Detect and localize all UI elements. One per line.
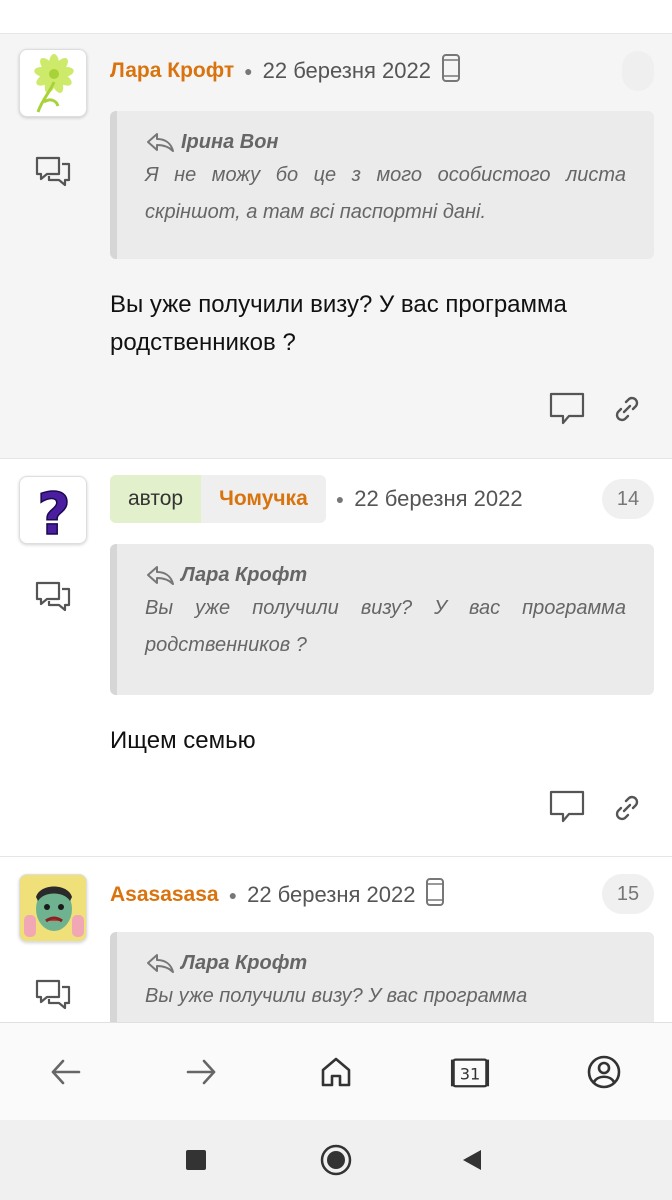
avatar[interactable]: ? — [19, 476, 87, 544]
username[interactable]: Чомучка — [201, 487, 326, 511]
reply-icon[interactable] — [34, 154, 72, 188]
quote-block: Лара Крофт Вы уже получили визу? У вас п… — [110, 544, 654, 695]
forward-arrow-icon[interactable] — [181, 1052, 221, 1092]
author-badge[interactable]: автор Чомучка — [110, 475, 326, 523]
avatar[interactable] — [19, 49, 87, 117]
quote-author[interactable]: Лара Крофт — [145, 560, 626, 590]
post-date[interactable]: 22 березня 2022 — [247, 882, 415, 908]
comment-post: ? автор Чомучка ● 22 березня 2022 14 Лар… — [0, 458, 672, 856]
post-number-badge[interactable]: 14 — [602, 479, 654, 519]
post-date[interactable]: 22 березня 2022 — [263, 58, 431, 84]
quote-text: Вы уже получили визу? У вас программа ро… — [145, 597, 626, 656]
reply-icon[interactable] — [34, 977, 72, 1011]
post-meta: Лара Крофт ● 22 березня 2022 — [110, 51, 461, 91]
separator-dot: ● — [244, 63, 253, 79]
separator-dot: ● — [228, 887, 238, 903]
reply-icon[interactable] — [548, 391, 586, 432]
back-arrow-icon[interactable] — [46, 1052, 86, 1092]
quote-author-name: Лара Крофт — [181, 951, 308, 974]
mobile-device-icon — [425, 877, 445, 913]
comment-post: Asasasasa ● 22 березня 2022 15 Лара Кроф… — [0, 856, 672, 1022]
system-back-icon[interactable] — [452, 1140, 492, 1180]
separator-dot: ● — [335, 491, 345, 507]
post-number-badge[interactable]: 15 — [602, 874, 654, 914]
previous-post-edge — [0, 0, 672, 33]
calendar-icon[interactable]: 31 — [450, 1052, 490, 1092]
quote-author-name: Лара Крофт — [181, 563, 308, 586]
post-meta: Asasasasa ● 22 березня 2022 — [110, 875, 445, 915]
link-icon[interactable] — [612, 394, 642, 429]
quote-author-name: Ірина Вон — [181, 130, 279, 153]
comment-post: Лара Крофт ● 22 березня 2022 Ірина Вон Я… — [0, 33, 672, 458]
quote-block: Ірина Вон Я не можу бо це з мого особист… — [110, 111, 654, 259]
svg-text:?: ? — [37, 480, 71, 544]
quote-text: Я не можу бо це з мого особистого листа … — [145, 164, 626, 223]
post-date[interactable]: 22 березня 2022 — [354, 486, 522, 512]
reply-arrow-icon — [147, 566, 174, 585]
system-navigation-bar — [0, 1120, 672, 1200]
quote-author[interactable]: Ірина Вон — [145, 127, 626, 157]
username[interactable]: Asasasasa — [110, 883, 219, 907]
account-icon[interactable] — [584, 1052, 624, 1092]
author-tag: автор — [110, 475, 202, 523]
quote-text: Вы уже получили визу? У вас программа — [145, 985, 528, 1007]
calendar-day: 31 — [460, 1065, 481, 1084]
post-number-badge — [622, 51, 654, 91]
quote-block: Лара Крофт Вы уже получили визу? У вас п… — [110, 932, 654, 1022]
link-icon[interactable] — [612, 793, 642, 828]
mobile-device-icon — [441, 53, 461, 89]
post-body: Ищем семью — [110, 727, 256, 754]
post-meta: автор Чомучка ● 22 березня 2022 — [110, 475, 523, 523]
username[interactable]: Лара Крофт — [110, 59, 234, 83]
avatar[interactable] — [19, 874, 87, 942]
reply-icon[interactable] — [34, 579, 72, 613]
post-body: Вы уже получили визу? У вас программа ро… — [110, 291, 567, 356]
bottom-navigation-bar: 31 — [0, 1022, 672, 1121]
reply-icon[interactable] — [548, 789, 586, 830]
reply-arrow-icon — [147, 133, 174, 152]
reply-arrow-icon — [147, 954, 174, 973]
recent-apps-icon[interactable] — [176, 1140, 216, 1180]
home-icon[interactable] — [316, 1052, 356, 1092]
quote-author[interactable]: Лара Крофт — [145, 948, 626, 978]
home-circle-icon[interactable] — [316, 1140, 356, 1180]
